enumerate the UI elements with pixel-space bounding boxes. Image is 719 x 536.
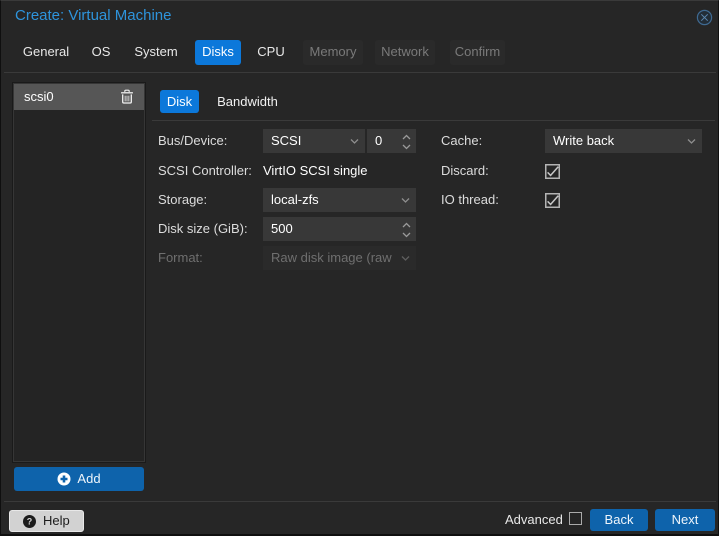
svg-text:?: ? <box>27 517 33 527</box>
